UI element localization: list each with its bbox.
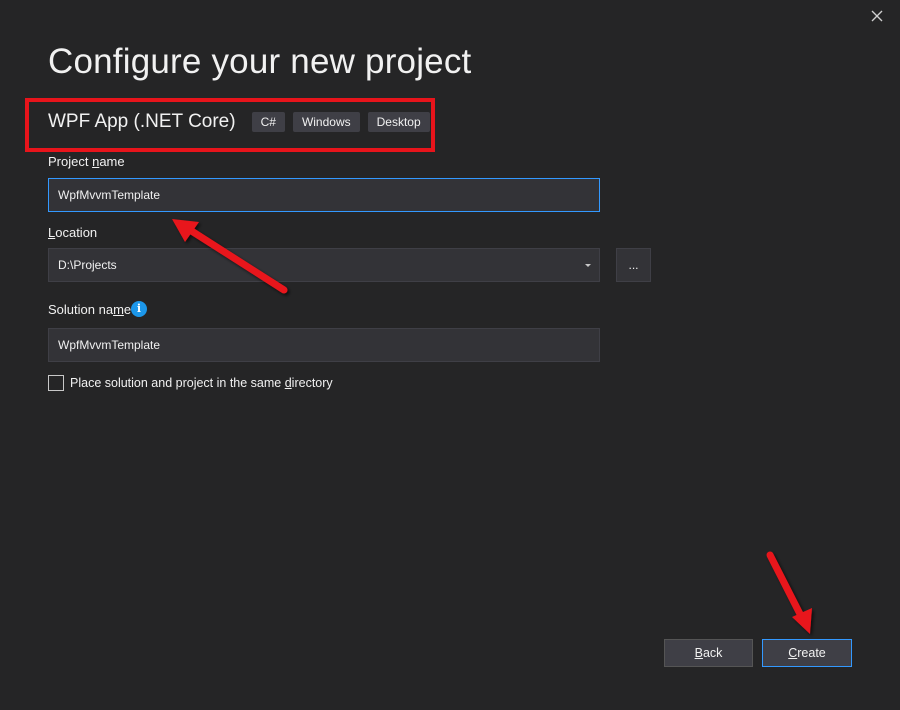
template-name: WPF App (.NET Core) [48,111,236,132]
chevron-down-icon [585,263,591,267]
same-directory-label[interactable]: Place solution and project in the same d… [70,376,333,390]
close-button[interactable] [862,2,892,30]
solution-name-input[interactable] [48,328,600,362]
page-title: Configure your new project [48,42,472,81]
tag-project-type: Desktop [367,112,430,132]
project-name-label: Project name [48,154,125,169]
location-value: D:\Projects [58,258,117,272]
project-name-input[interactable] [48,178,600,212]
solution-name-label: Solution name [48,302,132,317]
close-icon [871,10,883,22]
template-summary: WPF App (.NET Core) C# Windows Desktop [48,108,438,136]
info-icon[interactable]: i [131,301,147,317]
tag-language: C# [251,112,285,132]
location-combobox[interactable]: D:\Projects [48,248,600,282]
back-button[interactable]: Back [664,639,753,667]
tag-platform: Windows [292,112,360,132]
same-directory-checkbox[interactable] [48,375,64,391]
arrow-to-create-button [766,551,812,634]
location-label: Location [48,225,98,240]
browse-location-button[interactable]: ... [616,248,651,282]
create-button[interactable]: Create [762,639,852,667]
